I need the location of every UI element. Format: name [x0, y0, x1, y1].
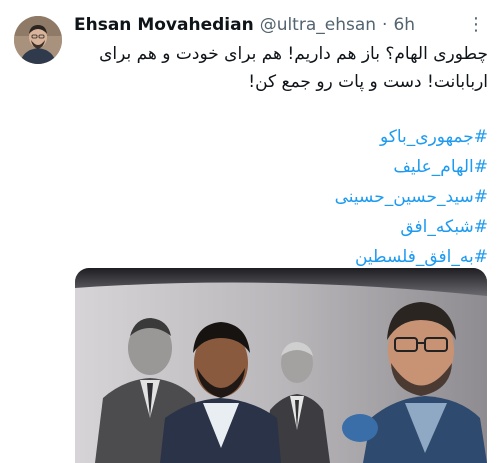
hashtag-link[interactable]: #جمهوری_باکو	[74, 122, 488, 152]
tweet-body: چطوری الهام؟ باز هم داریم! هم برای خودت …	[74, 40, 488, 96]
author-name[interactable]: Ehsan Movahedian	[74, 15, 254, 35]
tweet-photo[interactable]	[75, 268, 487, 463]
header-separator: ·	[382, 15, 388, 35]
tweet-timestamp[interactable]: 6h	[393, 15, 415, 35]
tweet-line: اربابانت! دست و پات رو جمع کن!	[248, 72, 488, 92]
author-handle[interactable]: @ultra_ehsan	[260, 15, 376, 35]
hashtag-link[interactable]: #شبکه_افق	[74, 212, 488, 242]
tweet-header: Ehsan Movahedian @ultra_ehsan · 6h	[74, 12, 488, 38]
more-dots-icon[interactable]: ⋮	[467, 14, 486, 35]
hashtag-link[interactable]: #الهام_علیف	[74, 152, 488, 182]
hashtag-list: #جمهوری_باکو #الهام_علیف #سید_حسین_حسینی…	[74, 122, 488, 272]
tweet-line: چطوری الهام؟ باز هم داریم! هم برای خودت …	[99, 44, 488, 64]
author-avatar[interactable]	[14, 16, 62, 64]
hashtag-link[interactable]: #سید_حسین_حسینی	[74, 182, 488, 212]
